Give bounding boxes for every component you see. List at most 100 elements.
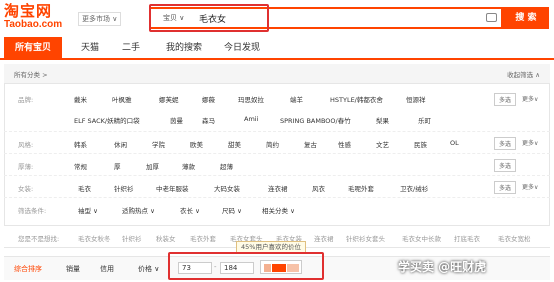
price-segment-selected[interactable] <box>272 264 286 272</box>
category-option[interactable]: 连衣裙 <box>268 183 288 193</box>
style-option[interactable]: 欧美 <box>190 139 203 149</box>
style-option[interactable]: 学院 <box>152 139 165 149</box>
tab-my-search[interactable]: 我的搜索 <box>156 37 212 60</box>
price-segment[interactable] <box>264 264 271 272</box>
related-search-link[interactable]: 毛衣女宽松 <box>498 233 531 243</box>
price-min-input[interactable]: 73 <box>178 262 212 274</box>
sort-credit[interactable]: 信用 <box>100 264 114 274</box>
filter-row-brand: 品牌: 戴米 叶枫雅 娜芙妮 娜薇 玛思奴拉 端羊 HSTYLE/韩都衣舍 恒源… <box>4 88 550 132</box>
style-option[interactable]: 韩系 <box>74 139 87 149</box>
collapse-filters-button[interactable]: 收起筛选 ∧ <box>507 69 540 79</box>
thickness-option[interactable]: 超薄 <box>220 161 233 171</box>
more-button[interactable]: 更多∨ <box>522 138 538 147</box>
multi-select-button[interactable]: 多选 <box>494 137 517 150</box>
style-option[interactable]: 复古 <box>304 139 317 149</box>
sort-price[interactable]: 价格 ∨ <box>138 264 159 274</box>
hot-spot-dropdown[interactable]: 适购热点 ∨ <box>122 205 155 215</box>
search-category-select[interactable]: 宝贝 ∨ <box>163 13 184 23</box>
filter-row-conditions: 筛选条件: 袖型 ∨ 适购热点 ∨ 衣长 ∨ 尺码 ∨ 相关分类 ∨ <box>4 198 550 222</box>
price-max-input[interactable]: 184 <box>220 262 254 274</box>
size-dropdown[interactable]: 尺码 ∨ <box>222 205 242 215</box>
style-option[interactable]: 休闲 <box>114 139 127 149</box>
tab-tmall[interactable]: 天猫 <box>72 37 108 60</box>
style-option[interactable]: OL <box>450 139 459 147</box>
camera-icon[interactable] <box>486 13 497 22</box>
multi-select-button[interactable]: 多选 <box>494 181 517 194</box>
tab-second-hand[interactable]: 二手 <box>113 37 149 60</box>
brand-option[interactable]: 端羊 <box>290 94 303 104</box>
category-option[interactable]: 毛衣 <box>78 183 91 193</box>
related-search-link[interactable]: 打底毛衣 <box>454 233 480 243</box>
logo-text: 淘宝网 <box>4 2 53 20</box>
tab-all-items[interactable]: 所有宝贝 <box>4 37 62 60</box>
brand-option[interactable]: 叶枫雅 <box>112 94 132 104</box>
search-button[interactable]: 搜 索 <box>503 7 549 29</box>
price-tooltip: 45%用户喜欢的价位 <box>236 241 306 253</box>
category-option[interactable]: 中老年服装 <box>156 183 189 193</box>
related-search-link[interactable]: 毛衣女秋冬 <box>78 233 111 243</box>
price-segment[interactable] <box>287 264 299 272</box>
filter-label: 筛选条件: <box>18 207 47 215</box>
price-distribution-bar[interactable] <box>260 260 302 274</box>
brand-option[interactable]: ELF SACK/妖精的口袋 <box>74 115 140 125</box>
style-option[interactable]: 民族 <box>414 139 427 149</box>
thickness-option[interactable]: 常规 <box>74 161 87 171</box>
brand-option[interactable]: SPRING BAMBOO/春竹 <box>280 115 351 125</box>
category-option[interactable]: 毛呢外套 <box>348 183 374 193</box>
filter-row-womens-wear: 女装: 毛衣 针织衫 中老年服装 大码女装 连衣裙 风衣 毛呢外套 卫衣/绒衫 … <box>4 176 550 198</box>
brand-option[interactable]: 娜薇 <box>202 94 215 104</box>
search-tabs: 所有宝贝 天猫 二手 我的搜索 今日发现 <box>0 37 554 60</box>
more-button[interactable]: 更多∨ <box>522 94 538 103</box>
logo-domain: Taobao.com <box>4 19 63 30</box>
sort-default[interactable]: 综合排序 <box>14 264 42 274</box>
brand-option[interactable]: 娜芙妮 <box>159 94 179 104</box>
brand-option[interactable]: 玛思奴拉 <box>238 94 264 104</box>
style-option[interactable]: 甜美 <box>228 139 241 149</box>
filter-row-thickness: 厚薄: 常规 厚 加厚 薄款 超薄 多选 <box>4 154 550 176</box>
brand-option[interactable]: 乐町 <box>418 115 431 125</box>
brand-option[interactable]: HSTYLE/韩都衣舍 <box>330 94 383 104</box>
header: 淘宝网 Taobao.com 更多市场 ∨ 宝贝 ∨ 毛衣女 搜 索 <box>0 0 554 37</box>
breadcrumb-all-categories[interactable]: 所有分类 > <box>14 69 48 79</box>
category-option[interactable]: 卫衣/绒衫 <box>400 183 428 193</box>
related-search-link[interactable]: 毛衣外套 <box>190 233 216 243</box>
filter-label: 女装: <box>18 185 34 193</box>
category-option[interactable]: 大码女装 <box>214 183 240 193</box>
filter-row-style: 风格: 韩系 休闲 学院 欧美 甜美 简约 复古 性感 文艺 民族 OL 多选 … <box>4 132 550 154</box>
related-search-link[interactable]: 连衣裙 <box>314 233 334 243</box>
watermark: 学买卖 @旺财虎 <box>398 260 487 274</box>
tab-today-discovery[interactable]: 今日发现 <box>218 37 266 60</box>
related-search-link[interactable]: 针织衫女套头 <box>346 233 385 243</box>
sleeve-type-dropdown[interactable]: 袖型 ∨ <box>78 205 98 215</box>
brand-option[interactable]: 森马 <box>202 115 215 125</box>
brand-option[interactable]: 恒源祥 <box>406 94 426 104</box>
category-option[interactable]: 风衣 <box>312 183 325 193</box>
brand-option[interactable]: 茵曼 <box>170 115 183 125</box>
related-search-link[interactable]: 毛衣女中长款 <box>402 233 441 243</box>
style-option[interactable]: 文艺 <box>376 139 389 149</box>
sort-sales[interactable]: 销量 <box>66 264 80 274</box>
multi-select-button[interactable]: 多选 <box>494 93 517 106</box>
taobao-search-page: 淘宝网 Taobao.com 更多市场 ∨ 宝贝 ∨ 毛衣女 搜 索 所有宝贝 … <box>0 0 554 282</box>
length-dropdown[interactable]: 衣长 ∨ <box>180 205 200 215</box>
thickness-option[interactable]: 厚 <box>114 161 121 171</box>
more-button[interactable]: 更多∨ <box>522 182 538 191</box>
brand-option[interactable]: 梨果 <box>376 115 389 125</box>
style-option[interactable]: 性感 <box>338 139 351 149</box>
thickness-option[interactable]: 薄款 <box>182 161 195 171</box>
thickness-option[interactable]: 加厚 <box>146 161 159 171</box>
search-input[interactable]: 毛衣女 <box>199 12 226 25</box>
more-markets-dropdown[interactable]: 更多市场 ∨ <box>78 12 122 26</box>
brand-option[interactable]: 戴米 <box>74 94 87 104</box>
multi-select-button[interactable]: 多选 <box>494 159 517 172</box>
taobao-logo[interactable]: 淘宝网 Taobao.com <box>4 3 72 33</box>
related-category-dropdown[interactable]: 相关分类 ∨ <box>262 205 295 215</box>
related-search-link[interactable]: 针织衫 <box>122 233 142 243</box>
style-option[interactable]: 简约 <box>266 139 279 149</box>
brand-option[interactable]: Amii <box>244 115 258 123</box>
related-search-link[interactable]: 秋装女 <box>156 233 176 243</box>
filter-label: 品牌: <box>18 96 34 104</box>
search-box[interactable]: 宝贝 ∨ 毛衣女 <box>149 7 503 29</box>
price-range-dash: - <box>214 263 217 271</box>
category-option[interactable]: 针织衫 <box>114 183 134 193</box>
